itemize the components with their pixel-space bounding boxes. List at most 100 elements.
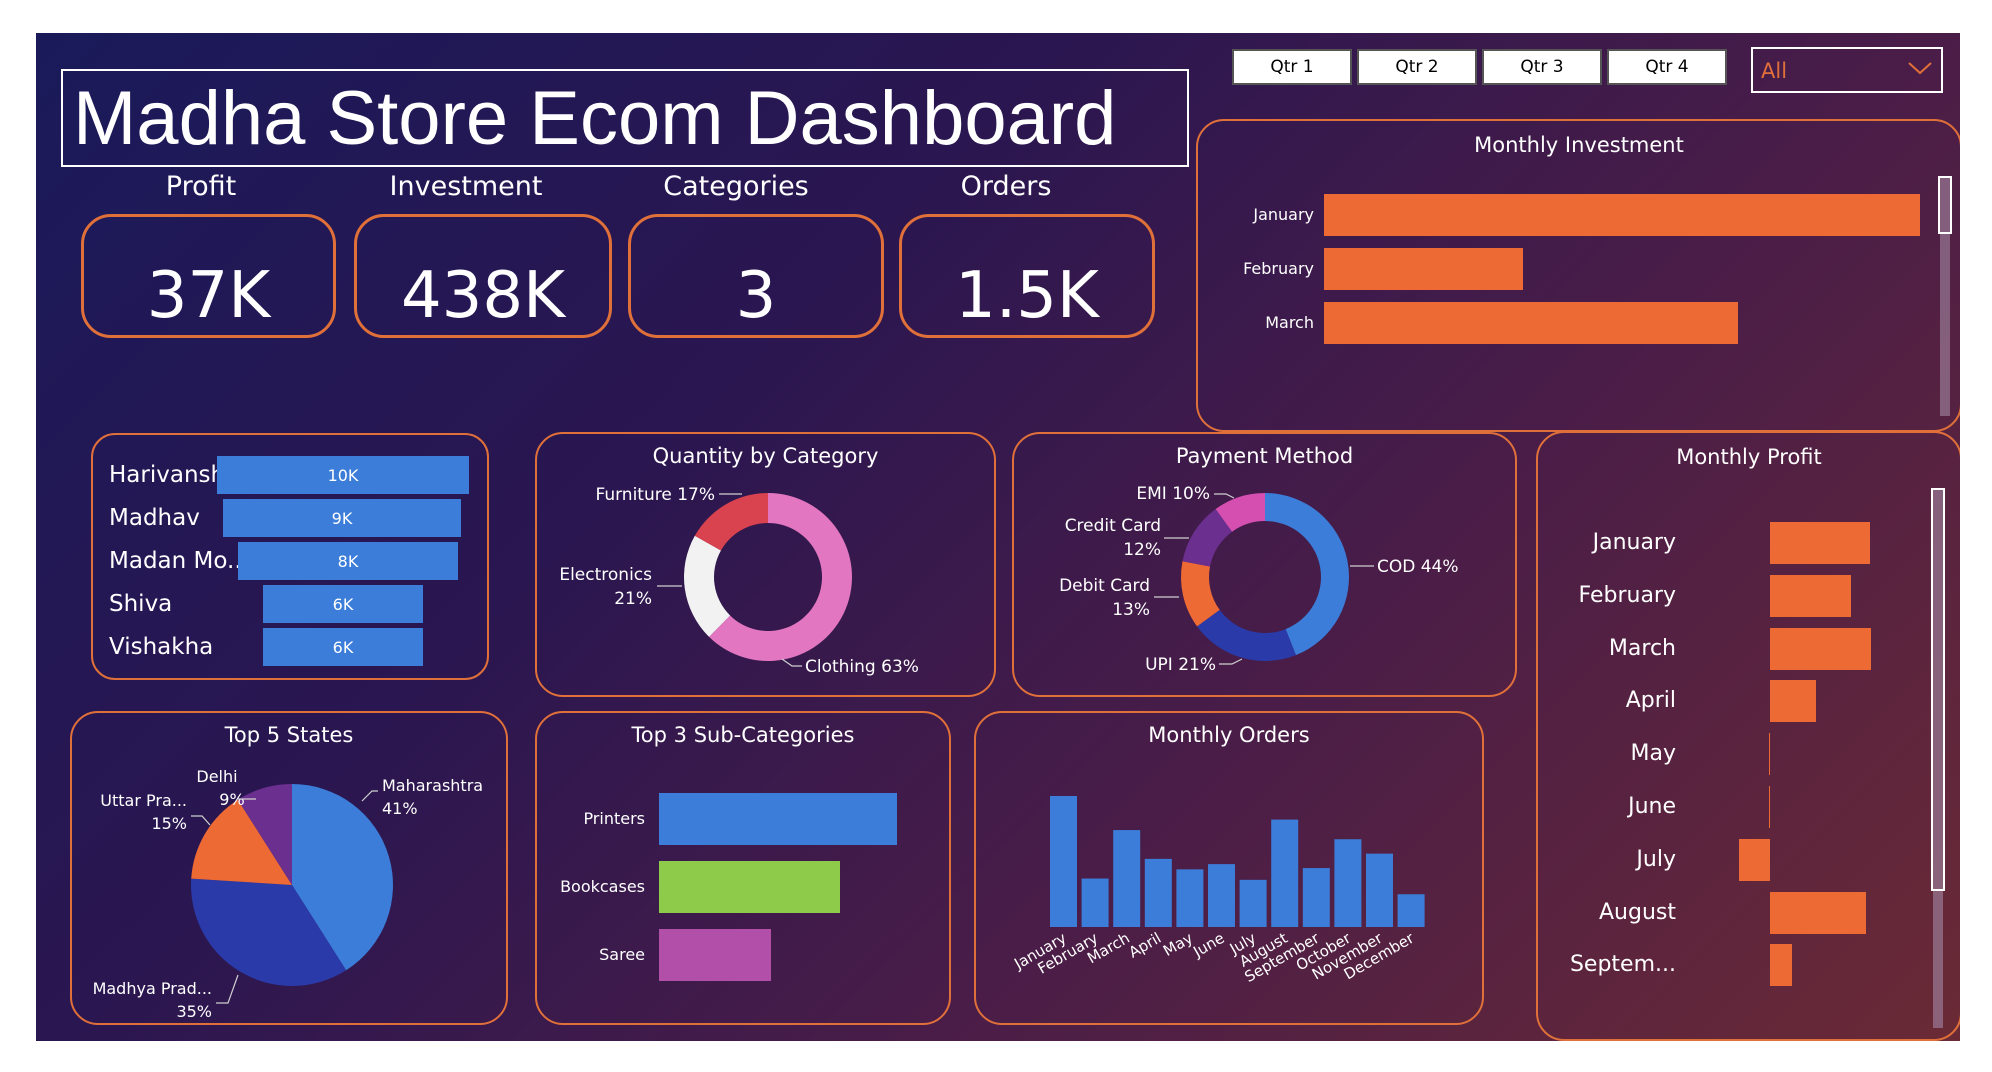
top-states-chart: Maharashtra 41% Madhya Prad... 35% Uttar Pra… [93, 767, 484, 1021]
bar [1770, 574, 1851, 617]
bar [1081, 878, 1109, 927]
slice-label: 21% [614, 589, 652, 609]
bar-label: March [1265, 313, 1314, 332]
kpi-card-profit: 37K [81, 214, 336, 338]
data-label: 9K [331, 509, 353, 528]
slice-label: 12% [1123, 540, 1161, 560]
top-customers-chart: Harivansh 10K Madhav 9K Madan Mo... 8K Shiva 6K… [93, 435, 491, 682]
bar [1770, 680, 1817, 723]
bar-label: June [1628, 794, 1676, 819]
leader-line [191, 815, 211, 826]
bar-label: April [1625, 688, 1676, 714]
slice-label: COD 44% [1377, 557, 1459, 577]
leader-line [216, 974, 239, 1004]
bar [659, 793, 897, 845]
slice-label: 15% [151, 814, 187, 833]
payment-method-chart: COD 44% UPI 21% Debit Card 13% Credit Card 12… [1059, 484, 1459, 675]
bar-label: Septem... [1569, 952, 1676, 978]
bar [1050, 796, 1077, 927]
slice-label: Debit Card [1059, 576, 1150, 596]
kpi-card-categories: 3 [628, 214, 884, 338]
scrollbar-thumb[interactable] [1938, 176, 1952, 234]
kpi-label-profit: Profit [165, 171, 237, 202]
bar [1144, 858, 1172, 927]
bar [1768, 733, 1770, 776]
monthly-investment-chart: January February March [1198, 121, 1960, 434]
qtr4-button[interactable]: Qtr 4 [1607, 49, 1727, 85]
kpi-value-orders: 1.5K [955, 259, 1099, 333]
slice-label: Maharashtra [382, 776, 483, 795]
bar-label: Madhav [109, 505, 200, 531]
bar [1770, 891, 1866, 934]
leader-line [1214, 493, 1235, 499]
bar-label: Madan Mo... [109, 548, 249, 574]
bar-label: Printers [583, 809, 645, 828]
kpi-value-profit: 37K [146, 259, 271, 333]
pie-slice [1265, 493, 1349, 656]
bar [1770, 944, 1792, 987]
data-label: 8K [337, 552, 359, 571]
qtr3-button[interactable]: Qtr 3 [1482, 49, 1602, 85]
bar [1239, 879, 1267, 927]
filter-dropdown[interactable]: All [1751, 47, 1943, 93]
monthly-orders-chart: JanuaryFebruaryMarchAprilMayJune JulyAugu… [1010, 796, 1425, 986]
tick-label: June [1189, 929, 1227, 961]
slice-label: Madhya Prad... [93, 979, 212, 998]
slice-label: Delhi [196, 767, 237, 786]
bar-label: Vishakha [109, 634, 214, 660]
bar [659, 861, 840, 913]
bar-label: May [1630, 741, 1676, 767]
scrollbar-thumb[interactable] [1931, 488, 1945, 891]
slice-label: UPI 21% [1145, 655, 1216, 675]
qtr1-button[interactable]: Qtr 1 [1232, 49, 1352, 85]
bar-label: Shiva [109, 591, 173, 617]
top-subcategories-chart: Printers Bookcases Saree [537, 713, 953, 1027]
chevron-down-icon [1907, 57, 1933, 83]
dashboard: Madha Store Ecom Dashboard Profit Invest… [36, 33, 1960, 1041]
slice-label: Clothing 63% [805, 657, 919, 677]
qtr2-button[interactable]: Qtr 2 [1357, 49, 1477, 85]
monthly-profit-panel: Monthly Profit January February March April… [1536, 431, 1960, 1041]
kpi-label-investment: Investment [389, 171, 543, 202]
dropdown-value: All [1761, 59, 1788, 83]
pie-slice [1197, 609, 1296, 661]
top-states-panel: Top 5 States Maharashtra 41% Madhya Prad..… [70, 711, 508, 1025]
monthly-orders-panel: Monthly Orders January February March April… [974, 711, 1484, 1025]
data-label: 6K [332, 595, 354, 614]
kpi-label-categories: Categories [663, 171, 809, 202]
tick-label: April [1126, 929, 1165, 962]
slice-label: 41% [382, 799, 418, 818]
bar [659, 929, 771, 981]
slice-label: Uttar Pra... [100, 791, 187, 810]
bar [1324, 248, 1523, 290]
bar-label: Saree [599, 945, 645, 964]
bar [1324, 302, 1738, 344]
bar [1770, 627, 1871, 670]
slice-label: Credit Card [1065, 516, 1161, 536]
bar [1770, 522, 1870, 564]
bar [1271, 819, 1299, 927]
quantity-by-category-panel: Quantity by Category Clothing 63% Electro… [535, 432, 996, 697]
leader-line [361, 790, 378, 802]
bar [1302, 868, 1330, 927]
bar [1739, 838, 1770, 881]
bar [1334, 839, 1362, 927]
slice-label: 35% [176, 1002, 212, 1021]
slice-label: EMI 10% [1136, 484, 1210, 504]
bar-label: March [1608, 635, 1676, 661]
leader-line [1219, 658, 1243, 665]
title-box: Madha Store Ecom Dashboard [61, 69, 1189, 167]
bar [1208, 864, 1235, 927]
payment-method-panel: Payment Method COD 44% UPI 21% Debit Card 1… [1012, 432, 1517, 697]
kpi-card-orders: 1.5K [899, 214, 1155, 338]
kpi-label-orders: Orders [960, 171, 1052, 202]
bar-label: July [1636, 846, 1676, 872]
bar [1176, 869, 1204, 927]
bar-label: Harivansh [109, 462, 226, 488]
bar [1768, 786, 1770, 828]
top-customers-panel: Harivansh 10K Madhav 9K Madan Mo... 8K Shiva 6K… [91, 433, 489, 680]
slice-label: Furniture 17% [595, 485, 715, 505]
slice-label: Electronics [559, 565, 652, 585]
kpi-value-categories: 3 [735, 259, 777, 333]
top-subcategories-panel: Top 3 Sub-Categories Printers Bookcases Sa… [535, 711, 951, 1025]
